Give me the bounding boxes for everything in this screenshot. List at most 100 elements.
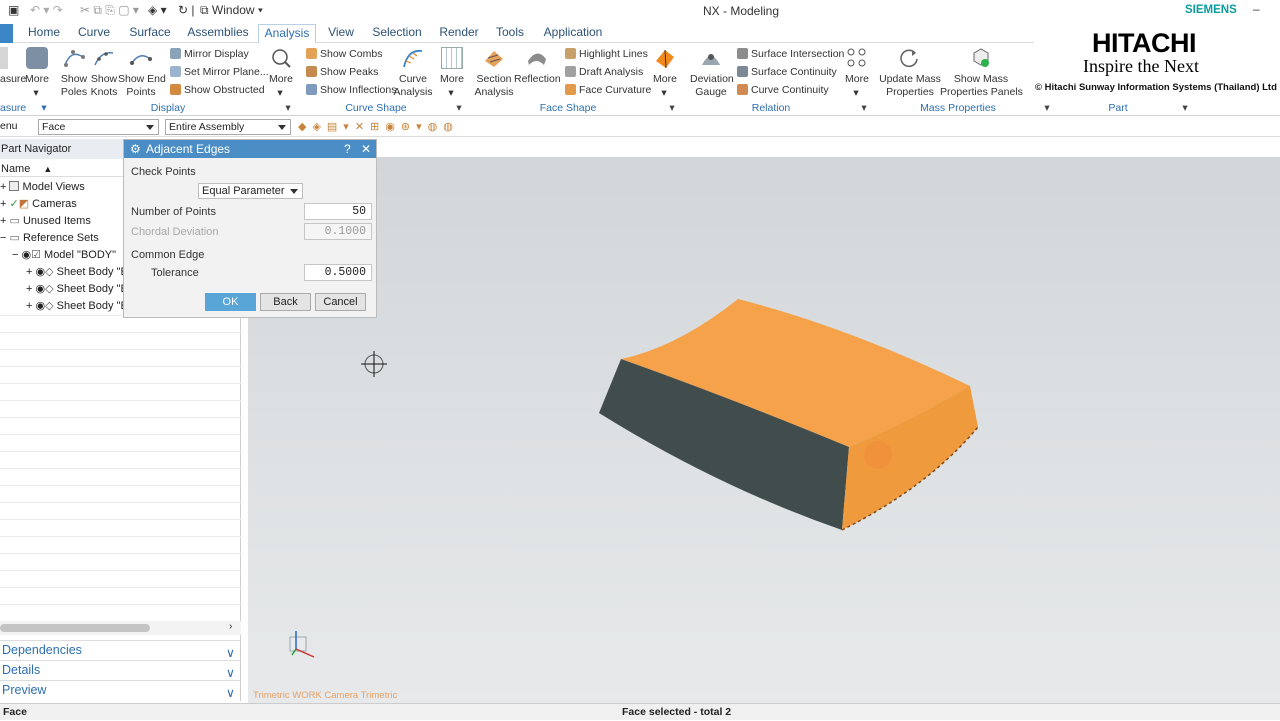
measure-icon[interactable]	[0, 47, 8, 69]
chordal-deviation-label: Chordal Deviation	[131, 226, 219, 238]
save-icon[interactable]: ▣	[8, 3, 19, 17]
surface-continuity-button[interactable]: Surface Continuity	[737, 65, 837, 79]
show-obstructed-button[interactable]: Show Obstructed	[170, 83, 265, 97]
face-curvature-button[interactable]: Face Curvature	[565, 83, 651, 97]
tree-item-label: Sheet Body "E	[56, 283, 128, 295]
tab-assemblies[interactable]: Assemblies	[185, 24, 251, 43]
horizontal-scrollbar[interactable]: ›	[0, 621, 241, 635]
section-analysis-button[interactable]: Section Analysis	[474, 73, 514, 99]
scope-filter-dropdown[interactable]: Entire Assembly	[165, 119, 291, 135]
update-mass-properties-button[interactable]: Update Mass Properties	[878, 73, 942, 99]
sheet-body-icon: ◇	[45, 283, 54, 295]
close-icon[interactable]: ✕	[361, 140, 371, 158]
tab-surface[interactable]: Surface	[126, 24, 174, 43]
part-group-label: Part	[1108, 102, 1128, 114]
tree-item-model-body[interactable]: − ◉☑ Model "BODY"	[12, 247, 116, 263]
eye-icon: ◉	[35, 266, 46, 278]
scrollbar-thumb[interactable]	[0, 624, 150, 632]
set-mirror-plane-label: Set Mirror Plane...	[184, 66, 269, 78]
set-mirror-plane-button[interactable]: Set Mirror Plane...	[170, 65, 269, 79]
show-poles-button[interactable]: Show Poles	[58, 73, 90, 99]
deviation-gauge-button[interactable]: Deviation Gauge	[690, 73, 734, 99]
tree-item-label: Sheet Body "E	[56, 300, 128, 312]
undo-icon[interactable]: ↶ ▾ ↷	[30, 3, 63, 17]
dialog-title-bar[interactable]: ⚙ Adjacent Edges ? ✕	[124, 140, 376, 158]
more-face-icon	[654, 47, 676, 69]
tab-view[interactable]: View	[325, 24, 357, 43]
preview-pane[interactable]: Preview ∨	[0, 680, 241, 700]
tolerance-input[interactable]: 0.5000	[304, 264, 372, 281]
tab-render[interactable]: Render	[437, 24, 481, 43]
tab-home[interactable]: Home	[24, 24, 64, 43]
back-button[interactable]: Back	[260, 293, 311, 311]
show-peaks-label: Show Peaks	[320, 66, 379, 78]
dependencies-pane[interactable]: Dependencies ∨	[0, 640, 241, 660]
tree-item-label: Reference Sets	[22, 232, 99, 244]
display-group-label: Display	[150, 102, 186, 114]
tree-item-sheet-body-2[interactable]: + ◉◇ Sheet Body "E	[26, 281, 128, 297]
tab-curve[interactable]: Curve	[74, 24, 114, 43]
quick-access-icons[interactable]: ✂ ⧉ ⎘ ▢ ▾	[80, 3, 139, 18]
show-peaks-button[interactable]: Show Peaks	[306, 65, 378, 79]
graphics-viewport[interactable]: Trimetric WORK Camera Trimetric	[248, 157, 1280, 703]
more-curve-button[interactable]: More	[437, 73, 467, 86]
curve-analysis-button[interactable]: Curve Analysis	[393, 73, 433, 99]
window-menu[interactable]: ⧉ Window ▾	[200, 3, 263, 18]
mirror-display-button[interactable]: Mirror Display	[170, 47, 249, 61]
tab-tools[interactable]: Tools	[493, 24, 527, 43]
menu-button[interactable]: enu	[0, 120, 18, 132]
tree-item-sheet-body-1[interactable]: + ◉◇ Sheet Body "E	[26, 264, 128, 280]
pane-label: Dependencies	[2, 643, 82, 657]
command-finder-icon[interactable]: ↻ |	[178, 3, 195, 17]
more-display-button[interactable]: More	[266, 73, 296, 86]
help-icon[interactable]: ?	[344, 140, 351, 158]
tab-selection[interactable]: Selection	[370, 24, 424, 43]
minimize-icon[interactable]: –	[1253, 2, 1260, 16]
ok-button[interactable]: OK	[205, 293, 256, 311]
draft-analysis-button[interactable]: Draft Analysis	[565, 65, 643, 79]
more-display-icon	[270, 47, 292, 69]
show-mass-panels-icon	[970, 47, 992, 69]
reflection-button[interactable]: Reflection	[514, 73, 561, 86]
tab-application[interactable]: Application	[541, 24, 605, 43]
tree-item-cameras[interactable]: + ✓◩ Cameras	[0, 196, 77, 212]
tree-item-model-views[interactable]: + Model Views	[0, 179, 85, 195]
highlight-spot	[864, 441, 892, 469]
scroll-right-icon[interactable]: ›	[229, 621, 232, 632]
more-face-button[interactable]: More	[650, 73, 680, 86]
highlight-lines-button[interactable]: Highlight Lines	[565, 47, 648, 61]
show-inflections-button[interactable]: Show Inflections	[306, 83, 396, 97]
more-measure-button[interactable]: More	[22, 73, 52, 86]
show-obstructed-label: Show Obstructed	[184, 84, 265, 96]
method-dropdown[interactable]: Equal Parameter	[198, 183, 303, 199]
tab-analysis[interactable]: Analysis	[258, 24, 316, 43]
type-filter-dropdown[interactable]: Face	[38, 119, 159, 135]
common-edge-label: Common Edge	[131, 249, 205, 261]
app-title: NX - Modeling	[703, 4, 780, 18]
window-label: Window	[211, 3, 255, 17]
tree-item-unused-items[interactable]: + ▭ Unused Items	[0, 213, 91, 229]
number-of-points-label: Number of Points	[131, 206, 216, 218]
curve-continuity-label: Curve Continuity	[751, 84, 829, 96]
layer-icon[interactable]: ◈ ▾	[148, 3, 167, 17]
deviation-gauge-icon	[700, 47, 722, 69]
cancel-button[interactable]: Cancel	[315, 293, 366, 311]
show-combs-button[interactable]: Show Combs	[306, 47, 382, 61]
more-relation-button[interactable]: More	[842, 73, 872, 86]
details-pane[interactable]: Details ∨	[0, 660, 241, 680]
number-of-points-input[interactable]: 50	[304, 203, 372, 220]
tree-item-reference-sets[interactable]: − ▭ Reference Sets	[0, 230, 99, 246]
surface-intersection-button[interactable]: Surface Intersection	[737, 47, 844, 61]
measure-label[interactable]: asure	[0, 73, 26, 86]
more-measure-icon[interactable]	[26, 47, 48, 69]
update-mass-icon	[898, 47, 920, 69]
crosshair-cursor	[361, 351, 387, 377]
show-end-points-button[interactable]: Show End Points	[118, 73, 166, 99]
show-knots-button[interactable]: Show Knots	[88, 73, 120, 99]
tree-item-sheet-body-3[interactable]: + ◉◇ Sheet Body "E	[26, 298, 128, 314]
reflection-icon	[526, 47, 548, 69]
selection-tools-icons[interactable]: ◆◈▤▾✕⊞◉⊛▾◍◍	[298, 120, 459, 133]
file-tab[interactable]	[0, 24, 13, 43]
show-mass-properties-panels-button[interactable]: Show Mass Properties Panels	[940, 73, 1023, 99]
curve-continuity-button[interactable]: Curve Continuity	[737, 83, 829, 97]
